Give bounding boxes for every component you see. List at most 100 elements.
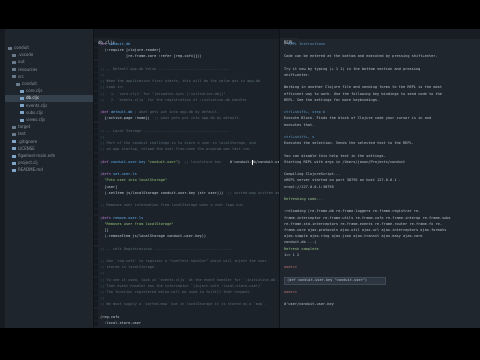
tree-item[interactable]: subs.cljs bbox=[20, 110, 43, 116]
tree-item[interactable]: conduit bbox=[8, 45, 29, 51]
code-line[interactable]: ;; -- cofx Registrations ---------------… bbox=[100, 247, 232, 252]
code-line[interactable]: (defn set-user-ls bbox=[100, 172, 137, 177]
code-line[interactable]: (:require [clojure.reader] bbox=[100, 48, 161, 53]
code-line[interactable]: ;; We must supply a `sorted-map` but in … bbox=[100, 302, 267, 307]
code-line[interactable]: ;; 2. `events.cljs` for the registration… bbox=[100, 98, 247, 103]
tree-item[interactable]: project.clj bbox=[12, 160, 38, 166]
code-line[interactable]: ;; on app startup, reload the user from … bbox=[100, 147, 251, 152]
gutter-line bbox=[94, 122, 98, 128]
repl-echo-text: (def conduit-user-key "conduit-user") bbox=[287, 278, 368, 283]
code-token: (reg-cofx bbox=[100, 314, 120, 319]
repl-line: user=> bbox=[284, 290, 297, 294]
code-line[interactable]: ;; stored in localStorage. bbox=[100, 265, 156, 270]
tree-item[interactable]: core.cljs bbox=[20, 88, 42, 94]
code-line[interactable]: ;; Removes user information from localSt… bbox=[100, 203, 245, 208]
gutter-line bbox=[94, 302, 98, 308]
code-token: "Puts user into localStorage" bbox=[100, 178, 168, 183]
gutter-line bbox=[94, 97, 98, 103]
tree-item[interactable]: resources bbox=[12, 67, 37, 73]
code-token: (ns bbox=[100, 42, 109, 46]
code-line[interactable]: ;; When the application first starts, th… bbox=[100, 79, 260, 84]
tree-item[interactable]: views.cljs bbox=[20, 117, 45, 123]
tree-item-label: src bbox=[18, 73, 24, 79]
code-line[interactable]: ;; bbox=[100, 135, 104, 140]
code-line[interactable]: (def conduit-user-key "conduit-user") ;;… bbox=[100, 160, 293, 165]
code-line[interactable]: (reg-cofx bbox=[100, 315, 119, 320]
code-line[interactable]: (def default-db ; what gets put into app… bbox=[100, 110, 219, 115]
code-token: ;; To see it used, look in `events.cljs`… bbox=[100, 277, 280, 282]
gutter-line bbox=[94, 153, 98, 159]
tree-item[interactable]: target bbox=[12, 124, 30, 130]
code-line[interactable]: ;; -- Default app-db Value -------------… bbox=[100, 67, 230, 72]
gutter-line bbox=[94, 215, 98, 221]
repl-panel[interactable]: REPL ; REPL Instructions Code can be ente… bbox=[280, 29, 480, 328]
code-line[interactable]: ;; bbox=[100, 271, 104, 276]
code-line[interactable]: ;; Part of the conduit challenge is to s… bbox=[100, 141, 256, 146]
code-line[interactable]: (.setItem js/localStorage conduit-user-k… bbox=[100, 191, 303, 196]
code-editor[interactable]: db.cljs (ns conduit.db (:require [clojur… bbox=[94, 29, 303, 328]
code-line[interactable]: (ns conduit.db bbox=[100, 42, 130, 47]
tree-item[interactable]: out bbox=[12, 59, 25, 65]
gutter-line bbox=[94, 321, 98, 326]
code-token: ;; When the application first starts, th… bbox=[100, 79, 261, 84]
folder-icon bbox=[12, 132, 16, 136]
tree-item-label: README.md bbox=[18, 167, 43, 173]
code-token: ; what gets put into app-db by default. bbox=[134, 110, 220, 115]
code-token: set-user-ls bbox=[112, 172, 137, 177]
repl-line: ; REPL Instructions bbox=[284, 42, 326, 46]
code-line[interactable]: ;; The function registered below will be… bbox=[100, 290, 251, 295]
tree-item[interactable]: figwheel-main.edn bbox=[12, 153, 55, 159]
code-token: (:require [clojure.reader] bbox=[100, 48, 161, 53]
gutter-line bbox=[94, 252, 98, 258]
code-token: ;; Use `reg-cofx` to register a "coeffec… bbox=[100, 259, 267, 263]
gutter-line bbox=[94, 85, 98, 91]
gutter-line bbox=[94, 240, 98, 246]
tree-item[interactable]: db.cljs bbox=[20, 95, 39, 101]
file-icon bbox=[12, 140, 16, 144]
tree-item[interactable]: test bbox=[12, 131, 26, 137]
gutter-line bbox=[94, 79, 98, 85]
tree-item[interactable]: LICENSE bbox=[12, 146, 35, 152]
code-token: ;; stored in localStorage. bbox=[100, 265, 157, 270]
tree-item[interactable]: .gitignore bbox=[12, 139, 37, 145]
tree-item[interactable]: README.md bbox=[12, 167, 43, 173]
code-token: ;; bbox=[100, 296, 105, 301]
code-line[interactable]: :local-store-user bbox=[100, 321, 141, 326]
code-line[interactable]: ;; bbox=[100, 296, 104, 301]
code-line[interactable]: ;; Use `reg-cofx` to register a "coeffec… bbox=[100, 259, 267, 264]
code-line[interactable]: ;; 1. `core.cljs` for "(dispatch-sync [:… bbox=[100, 92, 226, 97]
repl-line: :reloading (re-frame.db re-frame.loggers… bbox=[284, 209, 421, 214]
code-line[interactable]: {:active-page :home}) ;; what gets put i… bbox=[100, 116, 240, 121]
code-token: ;; 1. `core.cljs` for "(dispatch-sync [:… bbox=[100, 91, 226, 96]
code-token: ;; bbox=[100, 271, 105, 276]
file-icon bbox=[12, 161, 16, 165]
code-token: :local-store-user bbox=[100, 321, 142, 325]
code-line[interactable]: "Removes user from localStorage" bbox=[100, 221, 174, 227]
gutter-line bbox=[94, 178, 98, 184]
code-line[interactable]: ;; Look in: bbox=[100, 85, 124, 90]
code-line[interactable]: (.removeItem js/localStorage conduit-use… bbox=[100, 234, 206, 239]
gutter-line bbox=[94, 141, 98, 147]
code-line[interactable]: ;; -- Local Storage --------------------… bbox=[100, 129, 230, 134]
code-line[interactable]: [] bbox=[100, 228, 108, 233]
gutter-line bbox=[94, 159, 98, 165]
tree-item[interactable]: .vscode bbox=[12, 52, 33, 58]
code-line[interactable]: ;; To see it used, look in `events.cljs`… bbox=[100, 278, 280, 283]
gutter-line bbox=[94, 246, 98, 252]
repl-line: Compiling ClojureScript... bbox=[284, 172, 341, 177]
repl-input-echo: (def conduit-user-key "conduit-user") bbox=[284, 277, 386, 286]
code-line[interactable]: ;; bbox=[100, 73, 104, 78]
tree-item[interactable]: src bbox=[12, 74, 24, 80]
code-line[interactable]: ;; That event handler has the intercepto… bbox=[100, 284, 262, 289]
code-line[interactable]: "Puts user into localStorage" bbox=[100, 178, 167, 183]
code-line[interactable]: [re-frame.core :refer [reg-cofx]])) bbox=[100, 54, 202, 59]
tree-item[interactable]: conduit bbox=[16, 81, 37, 87]
gutter-line bbox=[94, 277, 98, 283]
code-token: "Removes user from localStorage" bbox=[100, 221, 174, 226]
gutter-line bbox=[94, 228, 98, 233]
gutter-line bbox=[94, 190, 98, 196]
tree-item[interactable]: events.cljs bbox=[20, 103, 47, 109]
code-line[interactable]: (defn remove-user-ls bbox=[100, 216, 143, 221]
code-line[interactable]: [user] bbox=[100, 185, 117, 190]
gutter-line bbox=[94, 271, 98, 277]
